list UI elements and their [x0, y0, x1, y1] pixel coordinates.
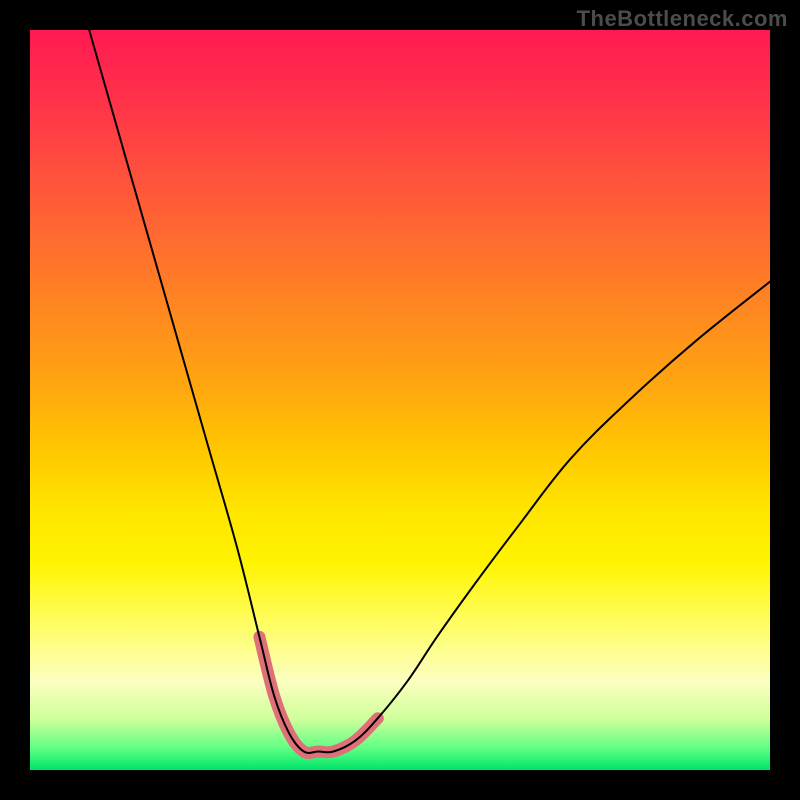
- curve-svg: [30, 30, 770, 770]
- plot-area: [30, 30, 770, 770]
- chart-frame: TheBottleneck.com: [0, 0, 800, 800]
- main-curve-path: [89, 30, 770, 753]
- watermark-text: TheBottleneck.com: [577, 6, 788, 32]
